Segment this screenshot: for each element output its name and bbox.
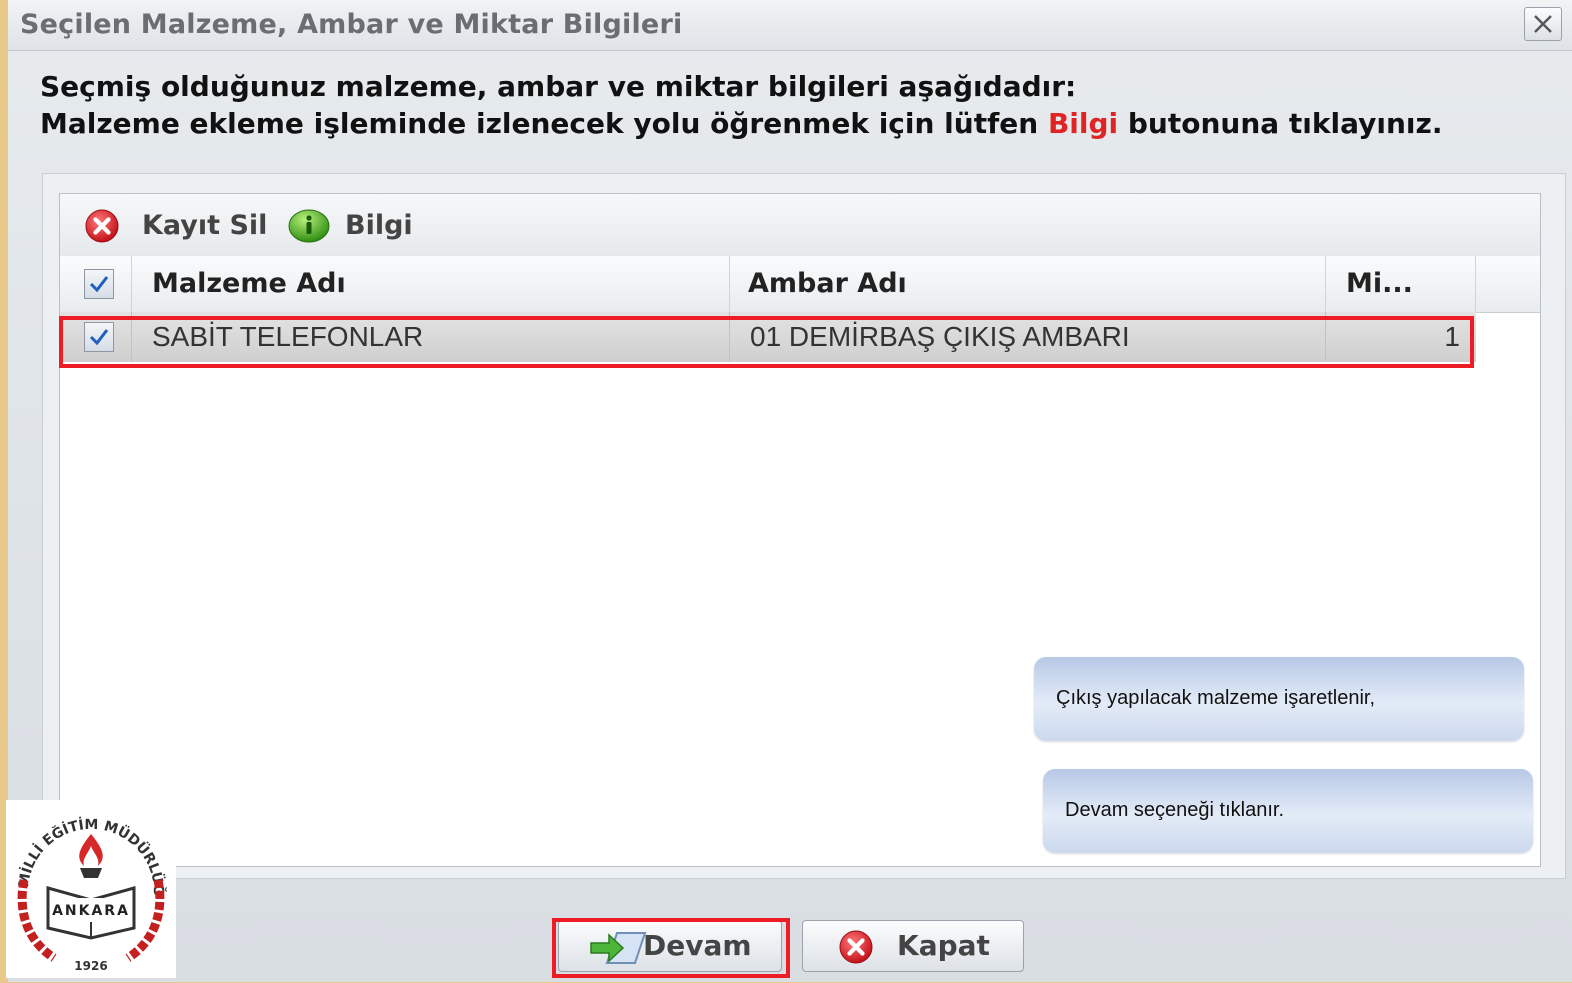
row-highlight-box [59,316,1474,368]
instructions-line-2-after: butonuna tıklayınız. [1127,107,1443,140]
grid-toolbar: Kayıt Sil Bilgi [60,194,1540,257]
delete-red-circle-icon [839,930,873,964]
info-label: Bilgi [345,210,413,241]
column-header-ambar-label: Ambar Adı [748,268,907,299]
instructions-bilgi-highlight: Bilgi [1047,107,1119,140]
annotation-note-continue: Devam seçeneği tıklanır. [1043,769,1533,853]
material-info-dialog: Seçilen Malzeme, Ambar ve Miktar Bilgile… [8,0,1572,982]
annotation-note-select-text: Çıkış yapılacak malzeme işaretlenir, [1056,687,1376,709]
column-header-malzeme-label: Malzeme Adı [152,268,346,299]
instructions-line-1: Seçmiş olduğunuz malzeme, ambar ve mikta… [40,70,1077,103]
column-header-miktar-label: Mi... [1346,268,1413,299]
checkmark-icon [89,276,109,293]
column-header-malzeme[interactable]: Malzeme Adı [132,256,730,312]
logo-year: 1926 [74,959,107,973]
delete-record-button[interactable]: Kayıt Sil [84,206,274,244]
close-label: Kapat [897,929,990,962]
annotation-note-continue-text: Devam seçeneği tıklanır. [1065,799,1284,821]
close-button[interactable]: Kapat [802,920,1024,972]
delete-record-label: Kayıt Sil [142,210,268,241]
info-green-circle-icon [288,209,330,243]
column-header-ambar[interactable]: Ambar Adı [730,256,1326,312]
logo-center-text: ANKARA [52,903,130,919]
continue-highlight-box [552,918,790,978]
info-button[interactable]: Bilgi [287,206,417,244]
instructions-line-2-before: Malzeme ekleme işleminde izlenecek yolu … [40,107,1039,140]
close-window-button[interactable] [1524,7,1562,41]
dialog-title: Seçilen Malzeme, Ambar ve Miktar Bilgile… [20,9,683,40]
grid-header: Malzeme Adı Ambar Adı Mi... [60,256,1540,313]
header-select-all-cell [60,256,132,312]
delete-red-circle-icon [85,209,119,243]
ministry-logo: MİLLİ EĞİTİM MÜDÜRLÜĞÜ ANKARA 1926 [0,786,176,978]
instructions-line-2: Malzeme ekleme işleminde izlenecek yolu … [40,105,1442,142]
column-header-miktar[interactable]: Mi... [1326,256,1476,312]
dialog-titlebar: Seçilen Malzeme, Ambar ve Miktar Bilgile… [8,0,1572,51]
select-all-checkbox[interactable] [84,269,114,299]
instructions-text: Seçmiş olduğunuz malzeme, ambar ve mikta… [40,68,1442,142]
material-grid: Kayıt Sil Bilgi Malzeme Adı Ambar Adı Mi… [59,193,1541,867]
close-icon [1534,15,1552,33]
annotation-note-select: Çıkış yapılacak malzeme işaretlenir, [1034,657,1524,741]
